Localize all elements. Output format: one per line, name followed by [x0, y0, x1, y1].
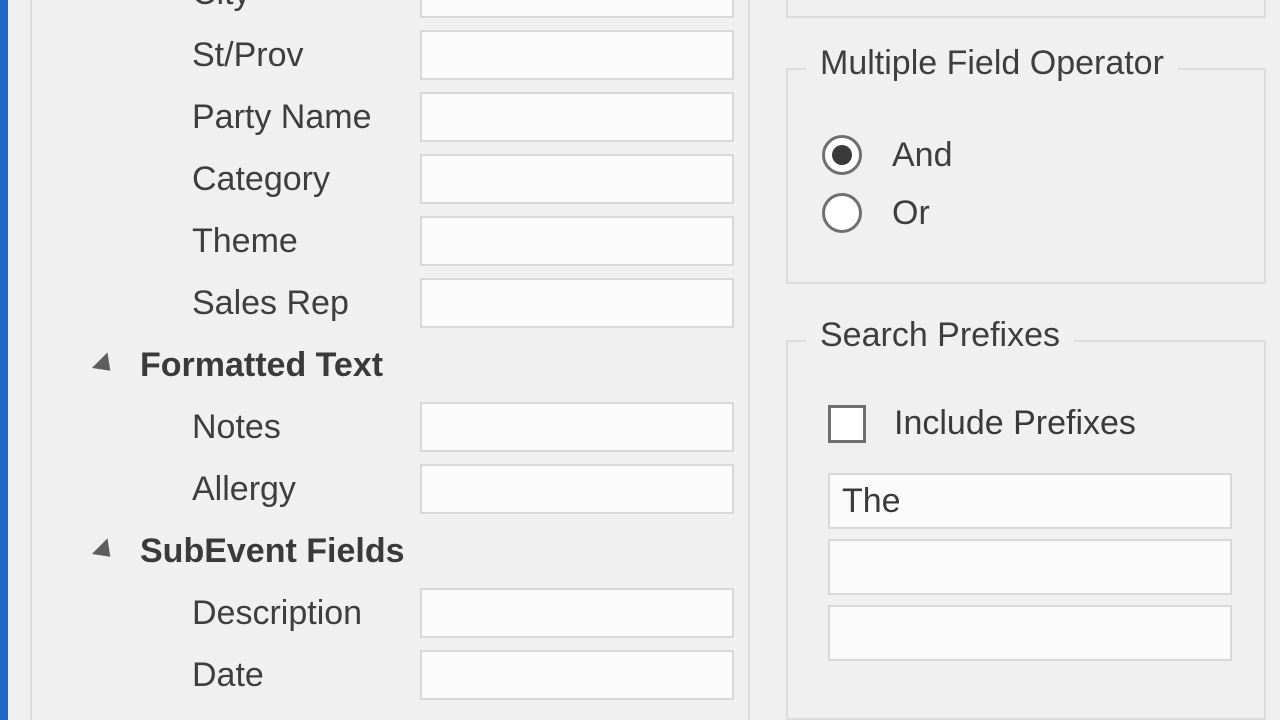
label-include-prefixes: Include Prefixes	[894, 404, 1136, 443]
radio-row-or[interactable]: Or	[788, 184, 1264, 242]
prefix-input-1[interactable]	[828, 473, 1232, 529]
prefix-input-3[interactable]	[828, 605, 1232, 661]
label-salesrep: Sales Rep	[32, 284, 420, 323]
group-title-subevent-fields: SubEvent Fields	[140, 532, 405, 571]
field-row-notes: Notes	[32, 396, 748, 458]
window-frame: City St/Prov Party Name Category Theme S…	[0, 0, 1280, 720]
label-partyname: Party Name	[32, 98, 420, 137]
include-prefixes-row[interactable]: Include Prefixes	[828, 404, 1234, 443]
label-notes: Notes	[32, 408, 420, 447]
radio-row-and[interactable]: And	[788, 126, 1264, 184]
label-description: Description	[32, 594, 420, 633]
input-allergy[interactable]	[420, 464, 734, 514]
prefix-input-2[interactable]	[828, 539, 1232, 595]
content-area: City St/Prov Party Name Category Theme S…	[8, 0, 1280, 720]
groupbox-multiple-field-operator: Multiple Field Operator And Or	[786, 68, 1266, 284]
groupbox-search-prefixes: Search Prefixes Include Prefixes	[786, 340, 1266, 720]
input-date[interactable]	[420, 650, 734, 700]
field-list-panel: City St/Prov Party Name Category Theme S…	[30, 0, 750, 720]
field-row-date: Date	[32, 644, 748, 706]
field-row-allergy: Allergy	[32, 458, 748, 520]
prefixes-inner: Include Prefixes	[788, 342, 1264, 661]
upper-groupbox-fragment	[786, 0, 1266, 18]
field-row-stprov: St/Prov	[32, 24, 748, 86]
field-row-category: Category	[32, 148, 748, 210]
input-theme[interactable]	[420, 216, 734, 266]
field-row-salesrep: Sales Rep	[32, 272, 748, 334]
groupbox-title-operator: Multiple Field Operator	[806, 44, 1178, 83]
label-theme: Theme	[32, 222, 420, 261]
operator-radio-group: And Or	[788, 70, 1264, 242]
input-stprov[interactable]	[420, 30, 734, 80]
label-category: Category	[32, 160, 420, 199]
field-row-city: City	[32, 0, 748, 24]
checkbox-include-prefixes[interactable]	[828, 405, 866, 443]
group-title-formatted-text: Formatted Text	[140, 346, 383, 385]
input-partyname[interactable]	[420, 92, 734, 142]
groupbox-title-prefixes: Search Prefixes	[806, 316, 1074, 355]
field-row-theme: Theme	[32, 210, 748, 272]
field-row-description: Description	[32, 582, 748, 644]
input-city[interactable]	[420, 0, 734, 18]
group-header-formatted-text[interactable]: Formatted Text	[32, 334, 748, 396]
chevron-down-icon	[92, 538, 118, 564]
radio-label-or: Or	[892, 194, 930, 233]
radio-label-and: And	[892, 136, 953, 175]
radio-and[interactable]	[822, 135, 862, 175]
input-salesrep[interactable]	[420, 278, 734, 328]
input-notes[interactable]	[420, 402, 734, 452]
radio-or[interactable]	[822, 193, 862, 233]
label-date: Date	[32, 656, 420, 695]
group-header-subevent-fields[interactable]: SubEvent Fields	[32, 520, 748, 582]
input-category[interactable]	[420, 154, 734, 204]
label-stprov: St/Prov	[32, 36, 420, 75]
field-row-partyname: Party Name	[32, 86, 748, 148]
label-city: City	[32, 0, 420, 13]
input-description[interactable]	[420, 588, 734, 638]
chevron-down-icon	[92, 352, 118, 378]
label-allergy: Allergy	[32, 470, 420, 509]
